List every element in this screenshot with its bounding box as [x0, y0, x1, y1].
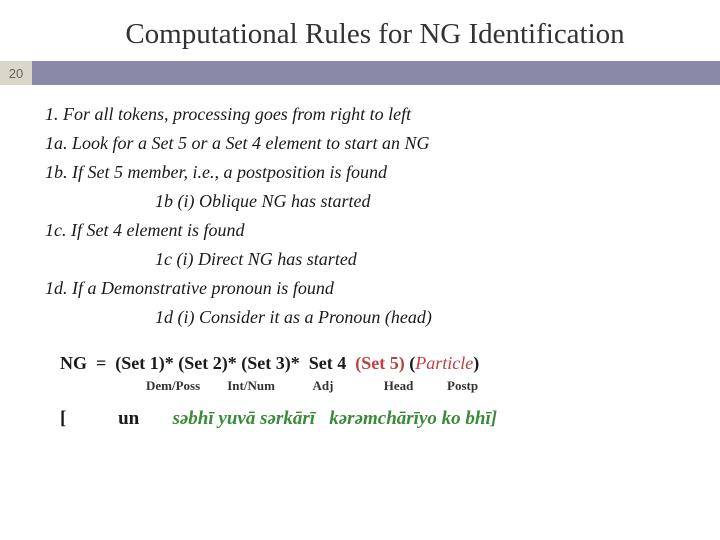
- example-tail: kərəmchārīyo ko bhī]: [329, 408, 497, 429]
- rule-1c-i: 1c (i) Direct NG has started: [45, 246, 690, 273]
- example-sarkari: sərkārī: [260, 408, 315, 429]
- example-line: [ un səbhī yuvā sərkārī kərəmchārīyo ko …: [60, 408, 690, 430]
- formula-set5: (Set 5): [355, 353, 404, 373]
- slide-title: Computational Rules for NG Identificatio…: [0, 0, 720, 61]
- rule-1a: 1a. Look for a Set 5 or a Set 4 element …: [45, 130, 690, 157]
- formula-set1: (Set 1)*: [115, 353, 173, 373]
- slide: Computational Rules for NG Identificatio…: [0, 0, 720, 540]
- example-sabhi: səbhī: [172, 408, 213, 429]
- label-postp: Postp: [447, 378, 478, 394]
- accent-band: 20: [0, 61, 720, 85]
- rule-1d: 1d. If a Demonstrative pronoun is found: [45, 275, 690, 302]
- rule-1: 1. For all tokens, processing goes from …: [45, 101, 690, 128]
- formula-set2: (Set 2)*: [178, 353, 236, 373]
- formula-rparen: ): [473, 353, 479, 373]
- rule-1c: 1c. If Set 4 element is found: [45, 217, 690, 244]
- label-intnum: Int/Num: [227, 378, 309, 394]
- example-un: un: [71, 408, 139, 429]
- formula-set4: Set 4: [309, 353, 347, 373]
- formula-set3: (Set 3)*: [241, 353, 299, 373]
- formula-eq: =: [96, 353, 106, 373]
- example-yuva: yuvā: [218, 408, 255, 429]
- rule-1b: 1b. If Set 5 member, i.e., a postpositio…: [45, 159, 690, 186]
- example-open-bracket: [: [60, 408, 66, 429]
- label-adj: Adj: [313, 378, 381, 394]
- rules-block: 1. For all tokens, processing goes from …: [0, 85, 720, 331]
- formula-labels: Dem/Poss Int/Num Adj Head Postp: [60, 378, 690, 394]
- rule-1d-i: 1d (i) Consider it as a Pronoun (head): [45, 304, 690, 331]
- page-number-badge: 20: [0, 61, 32, 85]
- label-head: Head: [384, 378, 444, 394]
- formula-ng: NG: [60, 353, 87, 373]
- formula-particle: Particle: [415, 353, 473, 373]
- formula-line: NG = (Set 1)* (Set 2)* (Set 3)* Set 4 (S…: [60, 353, 690, 374]
- formula-block: NG = (Set 1)* (Set 2)* (Set 3)* Set 4 (S…: [0, 333, 720, 430]
- label-demposs: Dem/Poss: [146, 378, 224, 394]
- rule-1b-i: 1b (i) Oblique NG has started: [45, 188, 690, 215]
